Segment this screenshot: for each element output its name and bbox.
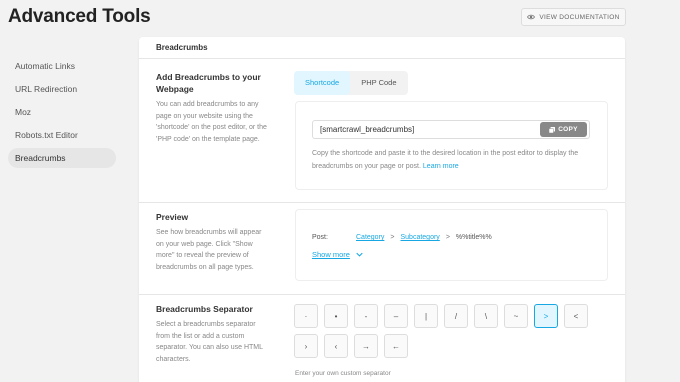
crumb-title: %%title%% xyxy=(455,234,492,241)
crumb-subcategory[interactable]: Subcategory xyxy=(401,234,440,241)
separator-option[interactable]: \ xyxy=(474,304,498,328)
breadcrumb-preview: Post: Category > Subcategory > %%title%% xyxy=(312,234,492,241)
copy-icon xyxy=(549,126,556,133)
section-divider xyxy=(139,294,625,295)
sidebar-item-robots-txt-editor[interactable]: Robots.txt Editor xyxy=(8,125,116,145)
add-breadcrumbs-label: Add Breadcrumbs to your Webpage You can … xyxy=(156,71,271,145)
sidebar-item-url-redirection[interactable]: URL Redirection xyxy=(8,79,116,99)
shortcode-help: Copy the shortcode and paste it to the d… xyxy=(312,147,602,173)
separator-option[interactable]: < xyxy=(564,304,588,328)
separator-option[interactable]: / xyxy=(444,304,468,328)
separator-option[interactable]: • xyxy=(324,304,348,328)
separator-option[interactable]: ← xyxy=(384,334,408,358)
learn-more-link[interactable]: Learn more xyxy=(423,163,459,170)
custom-separator-label: Enter your own custom separator xyxy=(295,370,391,377)
copy-button[interactable]: COPY xyxy=(540,122,587,137)
crumb-category[interactable]: Category xyxy=(356,234,384,241)
separator-title: Breadcrumbs Separator xyxy=(156,304,253,314)
separator-option[interactable]: ~ xyxy=(504,304,528,328)
sidebar-item-moz[interactable]: Moz xyxy=(8,102,116,122)
view-documentation-button[interactable]: VIEW DOCUMENTATION xyxy=(521,8,626,26)
separator-option[interactable]: > xyxy=(534,304,558,328)
separator-option[interactable]: - xyxy=(354,304,378,328)
eye-icon xyxy=(527,14,536,20)
show-more-label: Show more xyxy=(312,250,350,259)
separator-label: Breadcrumbs Separator Select a breadcrum… xyxy=(156,303,271,365)
shortcode-box: [smartcrawl_breadcrumbs] COPY Copy the s… xyxy=(295,101,608,190)
add-breadcrumbs-desc: You can add breadcrumbs to any page on y… xyxy=(156,101,267,143)
shortcode-value: [smartcrawl_breadcrumbs] xyxy=(320,125,415,134)
panel-title: Breadcrumbs xyxy=(139,37,625,59)
shortcode-field[interactable]: [smartcrawl_breadcrumbs] COPY xyxy=(312,120,590,139)
separator-option[interactable]: | xyxy=(414,304,438,328)
breadcrumbs-panel: Breadcrumbs Add Breadcrumbs to your Webp… xyxy=(139,37,625,382)
crumb-separator: > xyxy=(390,234,395,241)
chevron-down-icon xyxy=(356,252,363,257)
post-label: Post: xyxy=(312,234,328,241)
show-more-link[interactable]: Show more xyxy=(312,250,363,259)
sidebar: Automatic Links URL Redirection Moz Robo… xyxy=(0,56,125,171)
separator-option[interactable]: · xyxy=(294,304,318,328)
separator-option[interactable]: › xyxy=(294,334,318,358)
view-documentation-label: VIEW DOCUMENTATION xyxy=(539,13,620,21)
preview-box: Post: Category > Subcategory > %%title%%… xyxy=(295,209,608,281)
separator-option[interactable]: ‹ xyxy=(324,334,348,358)
sidebar-item-automatic-links[interactable]: Automatic Links xyxy=(8,56,116,76)
sidebar-item-breadcrumbs[interactable]: Breadcrumbs xyxy=(8,148,116,168)
crumb-separator: > xyxy=(445,234,450,241)
section-divider xyxy=(139,202,625,203)
tab-php-code[interactable]: PHP Code xyxy=(350,71,407,95)
separator-option[interactable]: – xyxy=(384,304,408,328)
code-type-tabs: Shortcode PHP Code xyxy=(294,71,408,95)
add-breadcrumbs-title: Add Breadcrumbs to your Webpage xyxy=(156,72,261,94)
preview-label: Preview See how breadcrumbs will appear … xyxy=(156,211,271,273)
separator-option[interactable]: → xyxy=(354,334,378,358)
separator-desc: Select a breadcrumbs separator from the … xyxy=(156,321,263,363)
tab-shortcode[interactable]: Shortcode xyxy=(294,71,351,95)
preview-desc: See how breadcrumbs will appear on your … xyxy=(156,229,262,271)
page-title: Advanced Tools xyxy=(8,6,151,27)
copy-label: COPY xyxy=(558,126,578,133)
preview-title: Preview xyxy=(156,212,189,222)
